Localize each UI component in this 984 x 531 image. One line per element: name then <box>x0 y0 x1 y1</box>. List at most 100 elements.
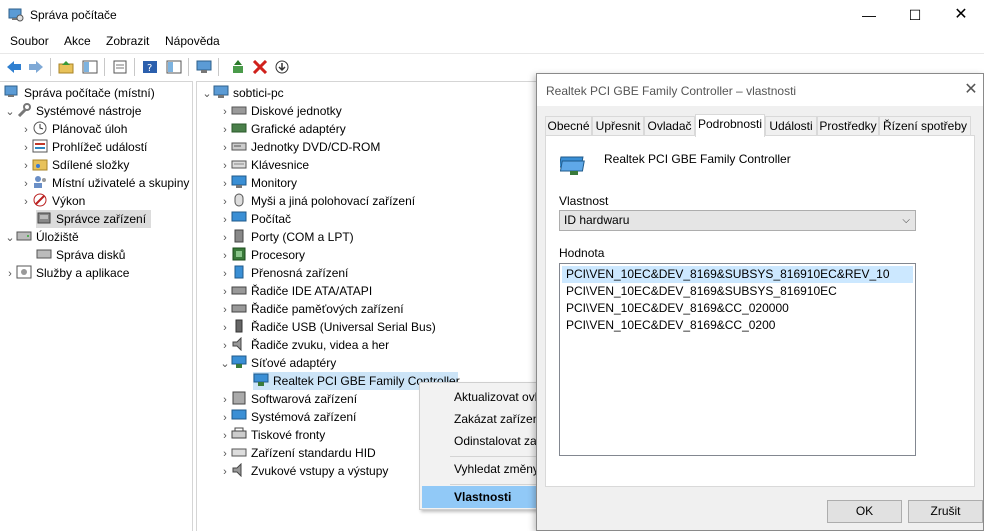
tab-events[interactable]: Události <box>765 116 817 136</box>
chevron-right-icon[interactable]: › <box>219 175 231 193</box>
tree-item-local-users[interactable]: › Místní uživatelé a skupiny <box>20 174 189 192</box>
tab-resources[interactable]: Prostředky <box>817 116 879 136</box>
chevron-right-icon[interactable]: › <box>20 139 32 157</box>
context-uninstall-device[interactable]: Odinstalovat zařízení <box>422 430 543 452</box>
minimize-button[interactable]: — <box>846 0 892 30</box>
show-hide-tree-icon[interactable] <box>80 57 100 77</box>
device-category-software-devices[interactable]: › Softwarová zařízení <box>219 390 357 408</box>
list-item[interactable]: PCI\VEN_10EC&DEV_8169&CC_020000 <box>562 300 913 317</box>
properties-page-icon[interactable] <box>110 57 130 77</box>
help-icon[interactable]: ? <box>140 57 160 77</box>
chevron-right-icon[interactable]: › <box>219 463 231 481</box>
context-disable-device[interactable]: Zakázat zařízení <box>422 408 543 430</box>
maximize-button[interactable]: ☐ <box>892 0 938 30</box>
chevron-right-icon[interactable]: › <box>219 337 231 355</box>
device-category-sound-controllers[interactable]: › Řadiče zvuku, videa a her <box>219 336 389 354</box>
chevron-right-icon[interactable]: › <box>219 229 231 247</box>
device-category-processors[interactable]: › Procesory <box>219 246 305 264</box>
chevron-right-icon[interactable]: › <box>219 247 231 265</box>
chevron-right-icon[interactable]: › <box>219 391 231 409</box>
tree-item-system-tools[interactable]: ⌄ Systémové nástroje <box>4 102 141 120</box>
chevron-right-icon[interactable]: › <box>219 445 231 463</box>
device-category-display-adapters[interactable]: › Grafické adaptéry <box>219 120 346 138</box>
device-category-audio-io[interactable]: › Zvukové vstupy a výstupy <box>219 462 388 480</box>
ok-button[interactable]: OK <box>827 500 902 523</box>
device-category-keyboards[interactable]: › Klávesnice <box>219 156 309 174</box>
up-folder-icon[interactable] <box>56 57 76 77</box>
chevron-right-icon[interactable]: › <box>219 157 231 175</box>
chevron-down-icon[interactable]: ⌵ <box>902 211 910 230</box>
list-item[interactable]: PCI\VEN_10EC&DEV_8169&SUBSYS_816910EC <box>562 283 913 300</box>
tab-details[interactable]: Podrobnosti <box>695 114 765 137</box>
tab-driver[interactable]: Ovladač <box>644 116 695 136</box>
device-category-dvd-drives[interactable]: › Jednotky DVD/CD-ROM <box>219 138 380 156</box>
device-category-print-queues[interactable]: › Tiskové fronty <box>219 426 325 444</box>
device-category-portable-devices[interactable]: › Přenosná zařízení <box>219 264 348 282</box>
menu-napoveda[interactable]: Nápověda <box>165 34 220 48</box>
chevron-right-icon[interactable]: › <box>20 175 32 193</box>
tab-power-management[interactable]: Řízení spotřeby <box>879 116 971 136</box>
device-category-network-adapters[interactable]: ⌄ Síťové adaptéry <box>219 354 336 372</box>
device-category-ports[interactable]: › Porty (COM a LPT) <box>219 228 354 246</box>
device-category-monitors[interactable]: › Monitory <box>219 174 297 192</box>
list-item[interactable]: PCI\VEN_10EC&DEV_8169&CC_0200 <box>562 317 913 334</box>
update-driver-icon[interactable] <box>228 57 248 77</box>
tab-general[interactable]: Obecné <box>545 116 592 136</box>
device-category-storage-controllers[interactable]: › Řadiče paměťových zařízení <box>219 300 403 319</box>
forward-arrow-icon[interactable] <box>26 57 46 77</box>
device-category-disk-drives[interactable]: › Diskové jednotky <box>219 102 342 120</box>
chevron-right-icon[interactable]: › <box>20 121 32 139</box>
back-arrow-icon[interactable] <box>4 57 24 77</box>
tree-item-disk-management[interactable]: Správa disků <box>36 246 125 264</box>
property-select[interactable]: ID hardwaru ⌵ <box>559 210 916 231</box>
tree-item-device-manager[interactable]: Správce zařízení <box>36 210 151 228</box>
device-category-mice[interactable]: › Myši a jiná polohovací zařízení <box>219 192 415 210</box>
device-category-ide-controllers[interactable]: › Řadiče IDE ATA/ATAPI <box>219 282 372 300</box>
chevron-right-icon[interactable]: › <box>219 211 231 229</box>
chevron-right-icon[interactable]: › <box>4 265 16 283</box>
device-category-computer[interactable]: › Počítač <box>219 210 291 228</box>
chevron-right-icon[interactable]: › <box>219 301 231 319</box>
chevron-right-icon[interactable]: › <box>219 427 231 445</box>
chevron-right-icon[interactable]: › <box>219 265 231 283</box>
menu-soubor[interactable]: Soubor <box>10 34 49 48</box>
chevron-right-icon[interactable]: › <box>219 193 231 211</box>
cancel-button[interactable]: Zrušit <box>908 500 983 523</box>
tree-item-services-apps[interactable]: › Služby a aplikace <box>4 264 129 282</box>
menu-akce[interactable]: Akce <box>64 34 91 48</box>
device-tree-root[interactable]: ⌄ sobtici-pc <box>201 84 284 102</box>
chevron-right-icon[interactable]: › <box>219 103 231 121</box>
chevron-right-icon[interactable]: › <box>219 319 231 337</box>
chevron-down-icon[interactable]: ⌄ <box>4 229 16 247</box>
context-properties[interactable]: Vlastnosti <box>422 486 543 508</box>
list-item[interactable]: PCI\VEN_10EC&DEV_8169&SUBSYS_816910EC&RE… <box>562 266 913 283</box>
chevron-down-icon[interactable]: ⌄ <box>4 103 16 121</box>
tree-root[interactable]: Správa počítače (místní) <box>4 84 155 102</box>
tree-item-performance[interactable]: › Výkon <box>20 192 85 210</box>
menu-zobrazit[interactable]: Zobrazit <box>106 34 149 48</box>
context-scan-hardware[interactable]: Vyhledat změny hardwaru <box>422 458 543 480</box>
chevron-right-icon[interactable]: › <box>20 157 32 175</box>
chevron-down-icon[interactable]: ⌄ <box>219 355 231 373</box>
scan-hardware-icon[interactable] <box>194 57 214 77</box>
device-category-usb-controllers[interactable]: › Řadiče USB (Universal Serial Bus) <box>219 318 436 336</box>
device-category-system-devices[interactable]: › Systémová zařízení <box>219 408 356 426</box>
chevron-right-icon[interactable]: › <box>219 409 231 427</box>
chevron-right-icon[interactable]: › <box>219 121 231 139</box>
chevron-right-icon[interactable]: › <box>219 139 231 157</box>
context-update-driver[interactable]: Aktualizovat ovladač <box>422 386 543 408</box>
tab-advanced[interactable]: Upřesnit <box>592 116 644 136</box>
close-button[interactable]: ✕ <box>938 0 984 30</box>
tree-item-event-viewer[interactable]: › Prohlížeč událostí <box>20 138 147 156</box>
chevron-right-icon[interactable]: › <box>219 283 231 301</box>
tree-item-storage[interactable]: ⌄ Úložiště <box>4 228 78 247</box>
chevron-down-icon[interactable]: ⌄ <box>201 85 213 103</box>
chevron-right-icon[interactable]: › <box>20 193 32 211</box>
dialog-close-button[interactable]: ✕ <box>962 81 980 99</box>
enable-device-icon[interactable] <box>272 57 292 77</box>
details-view-icon[interactable] <box>164 57 184 77</box>
tree-item-task-scheduler[interactable]: › Plánovač úloh <box>20 120 127 138</box>
value-listbox[interactable]: PCI\VEN_10EC&DEV_8169&SUBSYS_816910EC&RE… <box>559 263 916 456</box>
device-category-hid-devices[interactable]: › Zařízení standardu HID <box>219 444 376 462</box>
uninstall-device-icon[interactable] <box>250 57 270 77</box>
